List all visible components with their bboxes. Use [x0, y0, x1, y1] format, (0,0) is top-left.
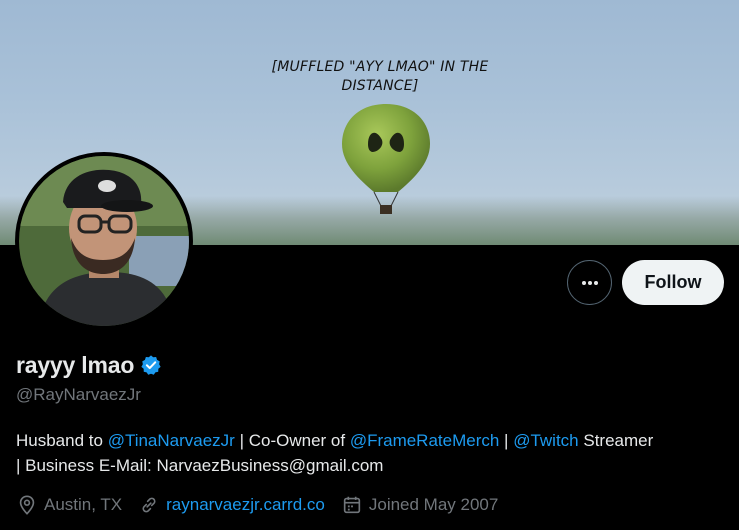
location-pin-icon — [19, 495, 35, 515]
more-horizontal-icon — [581, 280, 598, 285]
profile-meta: Austin, TX raynarvaezjr.carrd.co Joined … — [16, 492, 514, 518]
bio-line-1: Husband to @TinaNarvaezJr | Co-Owner of … — [16, 428, 728, 453]
banner-caption: [MUFFLED "AYY LMAO" IN THE DISTANCE] — [250, 58, 510, 96]
meta-joined: Joined May 2007 — [341, 494, 498, 516]
link-icon — [142, 497, 156, 513]
profile-handle: @RayNarvaezJr — [16, 385, 141, 404]
location-text: Austin, TX — [44, 495, 123, 514]
bio-text: | Co-Owner of — [234, 431, 350, 450]
avatar-photo — [19, 156, 189, 326]
calendar-icon — [343, 496, 361, 514]
mention-link-twitch[interactable]: @Twitch — [513, 431, 578, 450]
bio-text: | — [499, 431, 514, 450]
alien-balloon-image — [342, 104, 430, 214]
meta-location: Austin, TX — [16, 494, 122, 516]
bio-text: Streamer — [578, 431, 654, 450]
meta-website[interactable]: raynarvaezjr.carrd.co — [138, 494, 325, 516]
follow-button[interactable]: Follow — [622, 260, 724, 305]
banner-caption-line1: [MUFFLED "AYY LMAO" IN THE — [271, 59, 489, 75]
mention-link-framerate[interactable]: @FrameRateMerch — [350, 431, 500, 450]
banner-caption-line2: DISTANCE] — [341, 78, 419, 94]
bio-line-2: | Business E-Mail: NarvaezBusiness@gmail… — [16, 456, 384, 475]
joined-text: Joined May 2007 — [368, 495, 499, 514]
display-name-row: rayyy lmao — [16, 349, 162, 381]
profile-avatar[interactable] — [15, 152, 193, 330]
mention-link-tina[interactable]: @TinaNarvaezJr — [108, 431, 235, 450]
verified-badge-icon[interactable] — [140, 354, 162, 376]
bio-text: Husband to — [16, 431, 108, 450]
profile-page: [MUFFLED "AYY LMAO" IN THE DISTANCE] Fol… — [0, 0, 739, 530]
more-options-button[interactable] — [567, 260, 612, 305]
website-link[interactable]: raynarvaezjr.carrd.co — [166, 495, 325, 515]
profile-bio: Husband to @TinaNarvaezJr | Co-Owner of … — [16, 428, 728, 478]
display-name: rayyy lmao — [16, 351, 135, 378]
